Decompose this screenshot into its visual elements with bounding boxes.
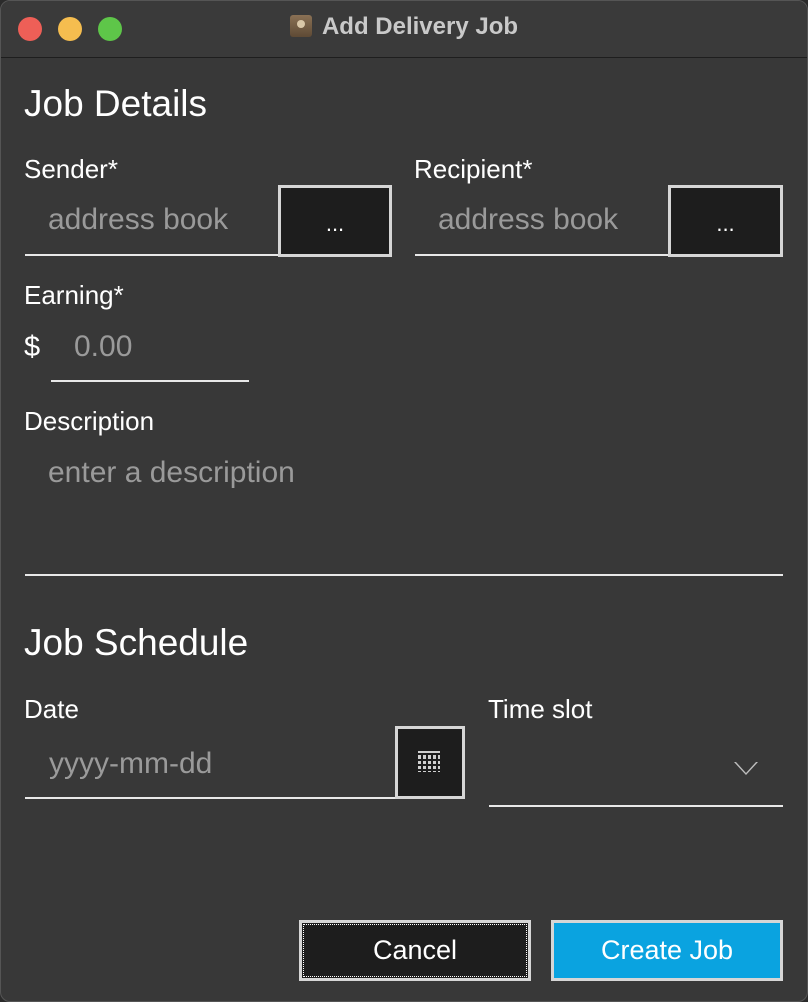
- recipient-label: Recipient*: [414, 154, 533, 184]
- sender-label: Sender*: [24, 154, 118, 184]
- recipient-placeholder: address book: [438, 203, 619, 236]
- calendar-picker-button[interactable]: [395, 726, 465, 799]
- description-placeholder: enter a description: [48, 456, 295, 489]
- description-textarea[interactable]: enter a description: [25, 441, 783, 575]
- description-underline: [25, 574, 783, 576]
- earning-label: Earning*: [24, 280, 124, 310]
- earning-underline: [51, 380, 249, 382]
- date-placeholder: yyyy-mm-dd: [49, 747, 213, 780]
- sender-address-book-button[interactable]: ...: [278, 185, 392, 257]
- contacts-app-icon: [289, 15, 312, 37]
- recipient-input[interactable]: address book: [415, 187, 669, 255]
- time-slot-dropdown[interactable]: [489, 731, 783, 805]
- sender-underline: [25, 254, 279, 256]
- create-job-button[interactable]: Create Job: [551, 920, 783, 981]
- title-bar[interactable]: Add Delivery Job: [1, 1, 807, 58]
- calendar-icon: [418, 751, 440, 772]
- currency-symbol: $: [24, 331, 41, 363]
- earning-input[interactable]: 0.00: [51, 319, 249, 381]
- time-slot-underline: [489, 805, 783, 807]
- recipient-address-book-button[interactable]: ...: [668, 185, 783, 257]
- date-label: Date: [24, 694, 79, 724]
- description-label: Description: [24, 406, 155, 436]
- sender-input[interactable]: address book: [25, 187, 279, 255]
- time-slot-label: Time slot: [488, 694, 593, 724]
- cancel-button[interactable]: Cancel: [299, 920, 531, 981]
- job-details-heading: Job Details: [24, 83, 208, 124]
- window-title-container: Add Delivery Job: [1, 13, 807, 41]
- date-input[interactable]: yyyy-mm-dd: [25, 729, 397, 797]
- add-delivery-job-window: Add Delivery Job Job Details Sender* add…: [0, 0, 808, 1002]
- chevron-down-icon: [734, 762, 758, 775]
- recipient-underline: [415, 254, 669, 256]
- sender-placeholder: address book: [48, 203, 229, 236]
- window-title: Add Delivery Job: [321, 13, 519, 40]
- job-schedule-heading: Job Schedule: [24, 622, 249, 663]
- earning-placeholder: 0.00: [74, 330, 133, 363]
